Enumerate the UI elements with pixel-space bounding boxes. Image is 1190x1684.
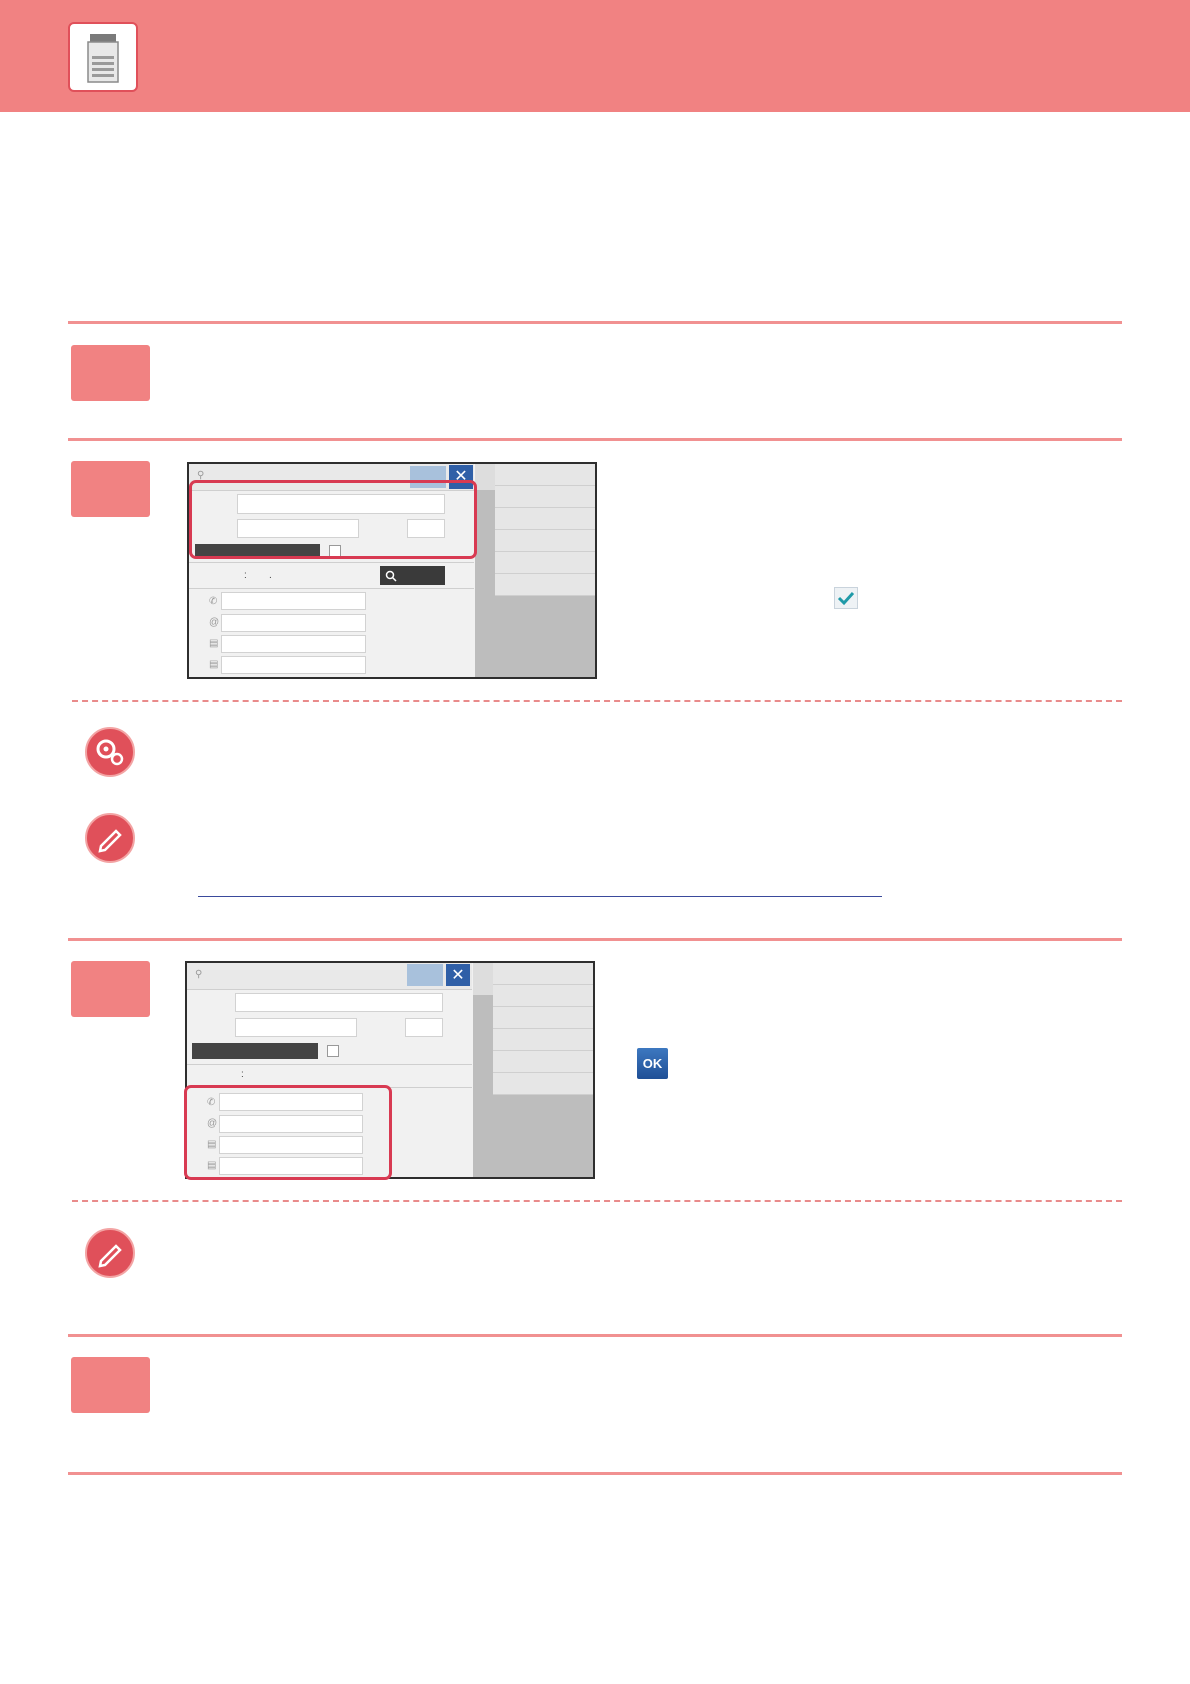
folder-field[interactable] — [221, 635, 366, 653]
list-item[interactable] — [493, 985, 593, 1007]
phone-field[interactable] — [221, 592, 366, 610]
search-button[interactable] — [380, 566, 445, 585]
step-badge-1 — [71, 345, 150, 401]
highlight-frame — [184, 1085, 392, 1180]
list-item[interactable] — [493, 1007, 593, 1029]
divider — [189, 562, 474, 563]
step-badge-3 — [71, 961, 150, 1017]
action-button[interactable] — [407, 964, 443, 986]
section-rule — [68, 1472, 1122, 1475]
ok-label: OK — [642, 1056, 663, 1071]
category-dropdown[interactable] — [192, 1043, 318, 1059]
list-item[interactable] — [493, 1051, 593, 1073]
section-rule — [68, 321, 1122, 324]
list-item[interactable] — [493, 1029, 593, 1051]
divider — [187, 1064, 472, 1065]
number-field[interactable] — [405, 1018, 443, 1037]
name-field[interactable] — [235, 993, 443, 1012]
close-icon: ✕ — [451, 967, 465, 984]
divider — [189, 588, 474, 589]
section-rule — [68, 938, 1122, 941]
phone-icon: ✆ — [209, 596, 218, 607]
folder-field-2[interactable] — [221, 656, 366, 674]
folder-icon: ▤ — [209, 638, 219, 649]
separator-dot: . — [269, 570, 272, 581]
list-item[interactable] — [493, 963, 593, 985]
ok-button-icon: OK — [637, 1048, 668, 1079]
step-badge-4 — [71, 1357, 150, 1413]
list-item[interactable] — [495, 552, 595, 574]
folder-icon-2: ▤ — [209, 659, 219, 670]
dashed-separator — [72, 700, 1122, 702]
step-badge-2 — [71, 461, 150, 517]
highlight-frame — [189, 480, 477, 559]
section-rule — [68, 438, 1122, 441]
checkmark-icon — [834, 587, 858, 609]
register-checkbox[interactable] — [327, 1045, 339, 1057]
list-item[interactable] — [495, 530, 595, 552]
section-rule — [68, 1334, 1122, 1337]
expand-arrow-icon[interactable] — [473, 963, 493, 995]
pencil-note-icon — [85, 1228, 135, 1278]
close-button[interactable]: ✕ — [446, 964, 470, 986]
email-field[interactable] — [221, 614, 366, 632]
expand-arrow-icon[interactable] — [475, 464, 495, 490]
dashed-separator — [72, 1200, 1122, 1202]
separator-colon: : — [241, 1069, 244, 1080]
list-item[interactable] — [495, 574, 595, 596]
settings-gears-icon — [85, 727, 135, 777]
initial-field[interactable] — [235, 1018, 357, 1037]
list-item[interactable] — [495, 508, 595, 530]
list-item[interactable] — [495, 464, 595, 486]
pencil-note-icon — [85, 813, 135, 863]
list-item[interactable] — [495, 486, 595, 508]
link-underline[interactable] — [198, 896, 882, 897]
mail-icon: @ — [209, 617, 220, 628]
list-item[interactable] — [493, 1073, 593, 1095]
header-band — [0, 0, 1190, 112]
search-icon — [385, 570, 397, 582]
separator-colon: : — [244, 570, 247, 581]
contact-icon: ⚲ — [195, 969, 203, 980]
multifunction-printer-icon — [68, 22, 138, 92]
